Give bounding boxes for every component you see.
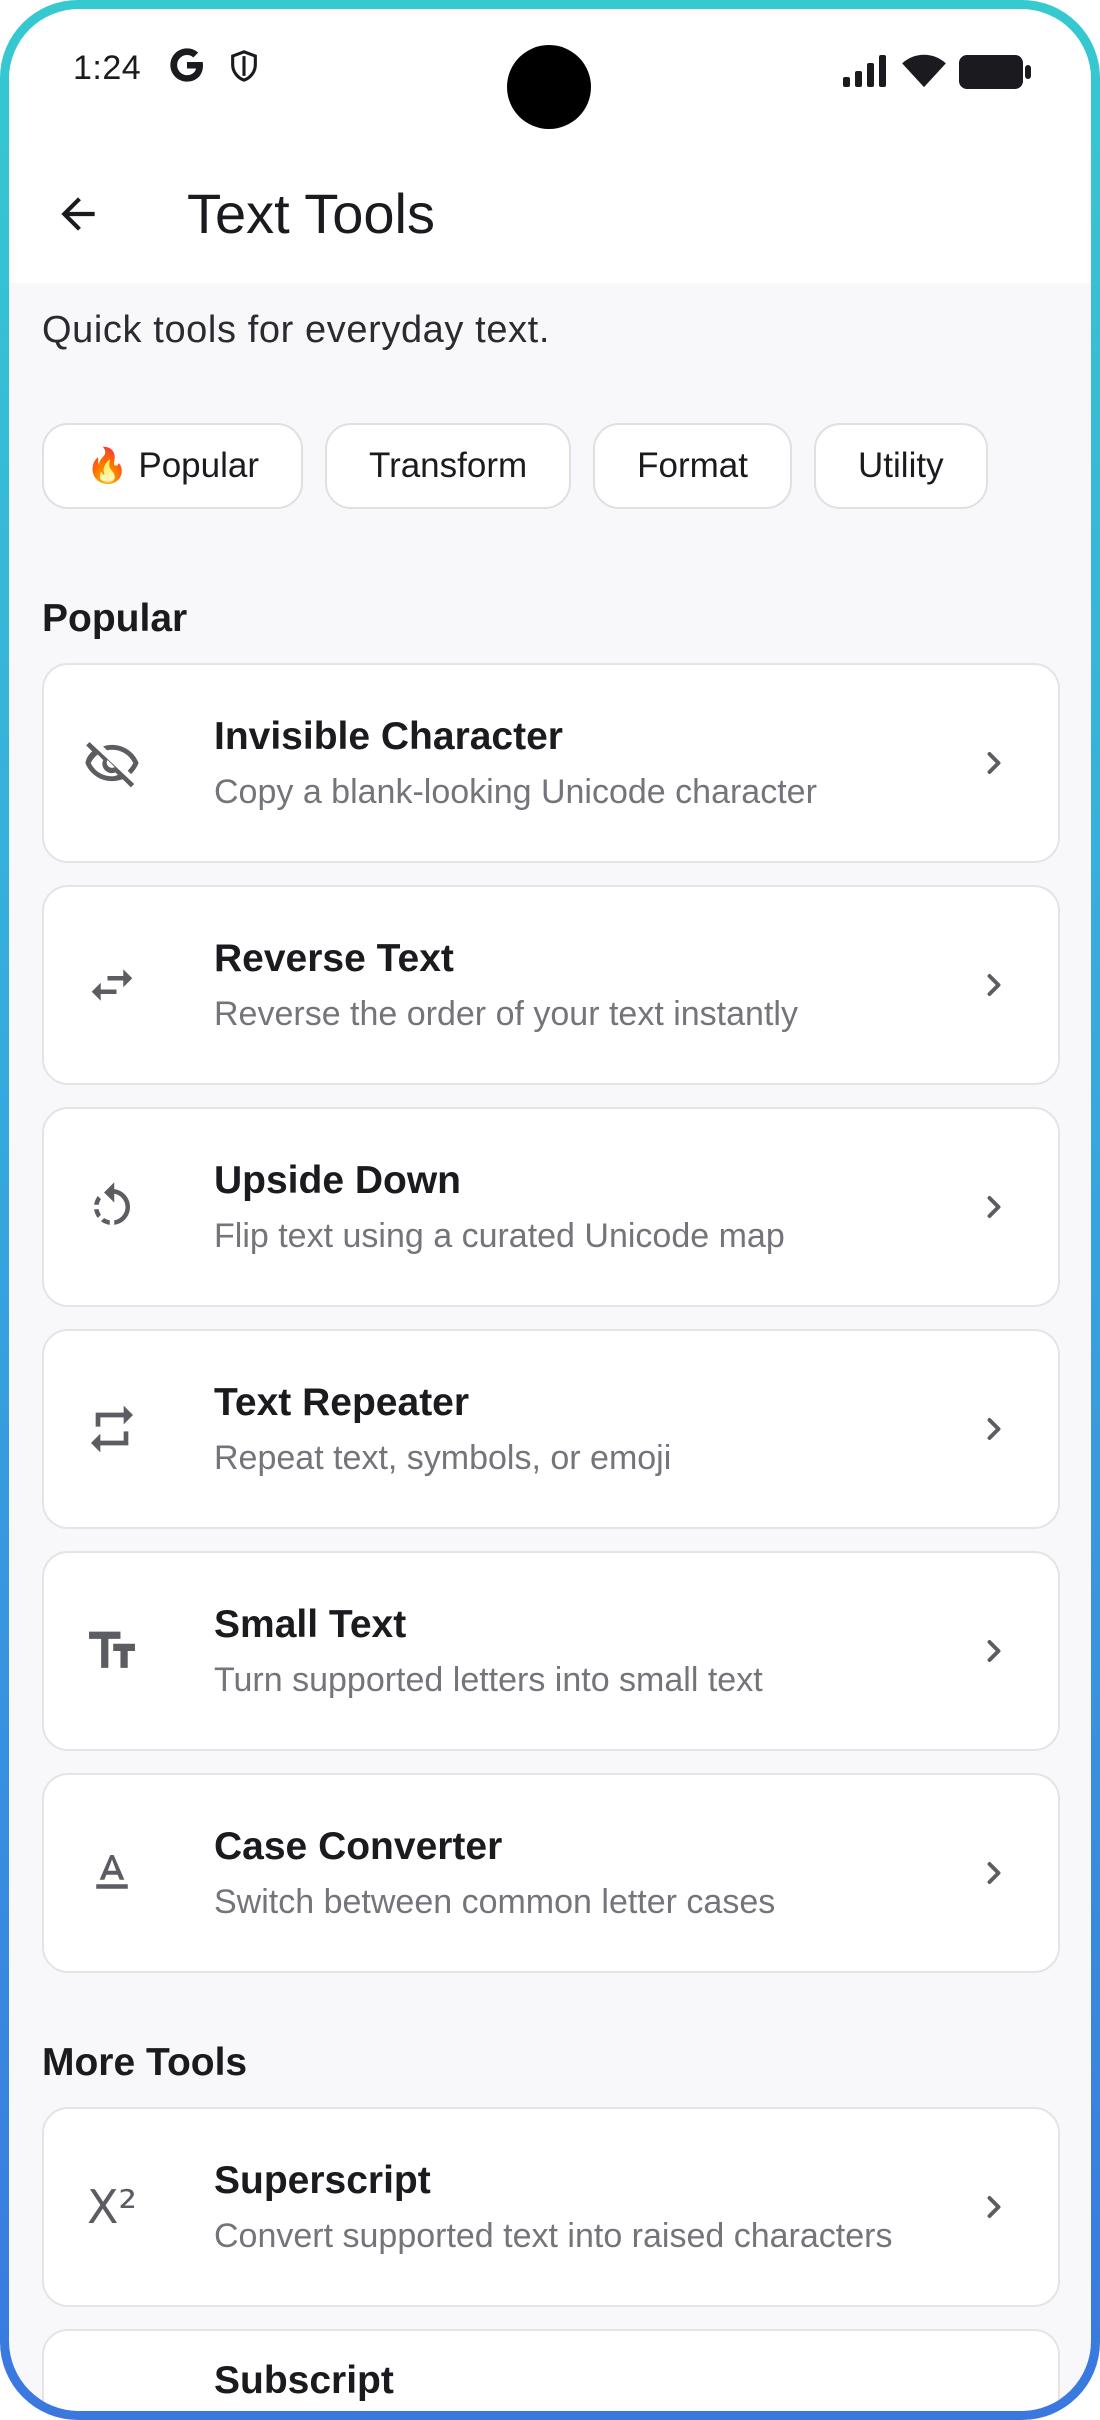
rotate-icon: [80, 1175, 144, 1239]
chevron-right-icon: [974, 1187, 1014, 1227]
tool-title: Upside Down: [214, 1159, 462, 1202]
device-frame: 1:24 Text Tools Quick tools for everyday…: [0, 0, 1100, 2420]
tool-card-text-repeater[interactable]: Text Repeater Repeat text, symbols, or e…: [42, 1329, 1060, 1529]
chevron-right-icon: [974, 1853, 1014, 1893]
chip-popular[interactable]: 🔥 Popular: [42, 423, 303, 509]
eye-off-icon: [80, 731, 144, 795]
chip-label: Transform: [368, 446, 528, 485]
battery-icon: [959, 55, 1031, 89]
status-bar: 1:24: [9, 9, 1091, 149]
chip-transform[interactable]: Transform: [324, 423, 572, 509]
chevron-right-icon: [974, 743, 1014, 783]
app-bar: Text Tools: [9, 149, 1091, 283]
tool-card-reverse-text[interactable]: Reverse Text Reverse the order of your t…: [42, 885, 1060, 1085]
text-size-icon: [80, 1619, 144, 1683]
tool-card-invisible-character[interactable]: Invisible Character Copy a blank-looking…: [42, 663, 1060, 863]
repeat-icon: [80, 1397, 144, 1461]
status-time: 1:24: [73, 49, 142, 87]
tool-title: Subscript: [214, 2359, 394, 2402]
tool-description: Repeat text, symbols, or emoji: [214, 1439, 672, 1477]
tool-description: Switch between common letter cases: [214, 1883, 776, 1921]
google-g-icon: [170, 48, 203, 82]
tool-title: Small Text: [214, 1603, 407, 1646]
tool-description: Reverse the order of your text instantly: [214, 995, 798, 1033]
arrow-back-icon: [61, 197, 95, 231]
front-camera: [507, 45, 591, 129]
chip-format[interactable]: Format: [593, 423, 793, 509]
category-chips: 🔥 Popular Transform Format Utility: [42, 423, 988, 519]
tool-title: Superscript: [214, 2159, 431, 2202]
tool-card-case-converter[interactable]: Case Converter Switch between common let…: [42, 1773, 1060, 1973]
chevron-right-icon: [974, 965, 1014, 1005]
subscript-icon: X: [80, 2397, 144, 2411]
tool-card-superscript[interactable]: X² Superscript Convert supported text in…: [42, 2107, 1060, 2307]
swap-horiz-icon: [80, 953, 144, 1017]
chip-label: Utility: [858, 446, 944, 485]
chip-utility[interactable]: Utility: [814, 423, 988, 509]
chevron-right-icon: [974, 2409, 1014, 2411]
chevron-right-icon: [974, 1409, 1014, 1449]
page-subtitle: Quick tools for everyday text.: [42, 309, 550, 351]
tool-title: Case Converter: [214, 1825, 503, 1868]
superscript-icon: X²: [87, 2180, 137, 2234]
fire-icon: 🔥: [86, 447, 129, 485]
tool-description: Copy a blank-looking Unicode character: [214, 773, 817, 811]
signal-icon: [843, 55, 886, 87]
chevron-right-icon: [974, 1631, 1014, 1671]
tool-description: Flip text using a curated Unicode map: [214, 1217, 785, 1255]
section-header-popular: Popular: [42, 597, 188, 640]
tool-description: Convert supported text into raised chara…: [214, 2217, 893, 2255]
back-button[interactable]: [43, 179, 113, 249]
chevron-right-icon: [974, 2187, 1014, 2227]
screen: 1:24 Text Tools Quick tools for everyday…: [9, 9, 1091, 2411]
chip-label: Format: [637, 446, 749, 485]
tool-card-upside-down[interactable]: Upside Down Flip text using a curated Un…: [42, 1107, 1060, 1307]
section-header-more-tools: More Tools: [42, 2041, 248, 2084]
page-title: Text Tools: [187, 182, 435, 245]
wifi-icon: [902, 54, 946, 88]
tool-title: Invisible Character: [214, 715, 563, 758]
tool-title: Text Repeater: [214, 1381, 470, 1424]
shield-icon: [231, 50, 257, 82]
chip-label: Popular: [138, 446, 259, 485]
tool-description: Turn supported letters into small text: [214, 1661, 763, 1699]
tool-card-small-text[interactable]: Small Text Turn supported letters into s…: [42, 1551, 1060, 1751]
tool-title: Reverse Text: [214, 937, 454, 980]
text-format-icon: [80, 1841, 144, 1905]
tool-card-subscript[interactable]: X Subscript: [42, 2329, 1060, 2411]
